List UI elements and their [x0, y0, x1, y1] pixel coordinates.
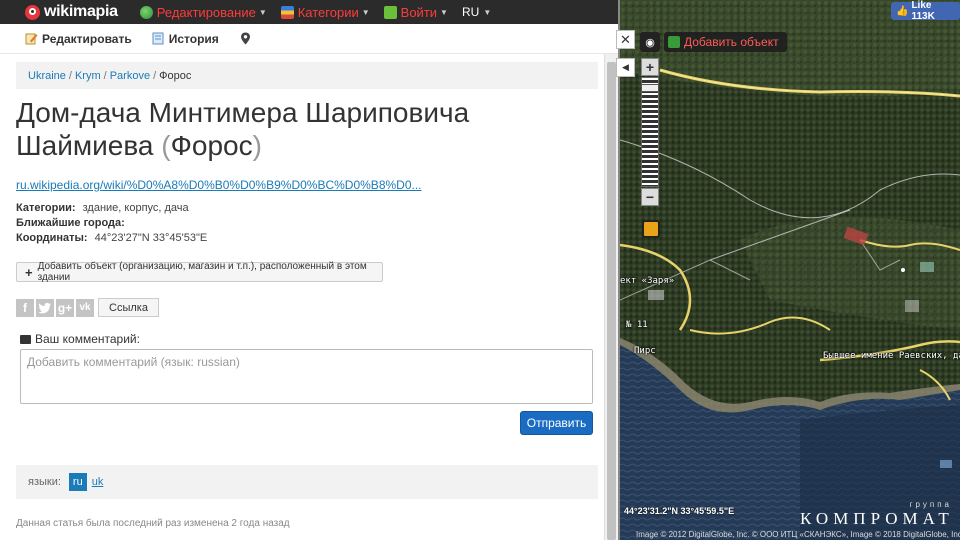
watermark-big: КОМПРОМАТ [800, 509, 954, 528]
map-layers-icon[interactable] [642, 220, 660, 238]
locate-button[interactable]: ◉ [640, 32, 660, 52]
breadcrumb-link-krym[interactable]: Krym [75, 70, 101, 82]
language-link-uk[interactable]: uk [92, 476, 104, 488]
nav-login-label: Войти [400, 4, 438, 20]
facebook-icon[interactable]: f [16, 298, 34, 317]
object-properties: Категории: здание, корпус, дача Ближайши… [16, 201, 207, 246]
breadcrumb-link-parkove[interactable]: Parkove [110, 70, 150, 82]
page-title: Дом-дача Минтимера Шариповича Шаймиева (… [16, 97, 470, 161]
map-label-zarya[interactable]: ект «Заря» [620, 276, 674, 286]
zoom-in-button[interactable]: + [641, 58, 659, 76]
comment-label: Ваш комментарий: [35, 332, 140, 346]
languages-label: языки: [28, 476, 61, 488]
nav-categories-menu[interactable]: Категории ▼ [280, 4, 370, 20]
coordinates-value: 44°23'27"N 33°45'53"E [94, 232, 208, 244]
object-toolbar: Редактировать История [0, 24, 620, 54]
categories-row: Категории: здание, корпус, дача [16, 201, 207, 216]
chevron-down-icon: ▼ [483, 7, 492, 17]
panel-scrollbar[interactable] [604, 54, 618, 540]
map-add-object-button[interactable]: Добавить объект [664, 32, 787, 52]
chevron-down-icon: ▼ [440, 7, 448, 17]
target-icon: ◉ [645, 36, 655, 49]
categories-value[interactable]: здание, корпус, дача [83, 202, 189, 214]
globe-icon [139, 5, 153, 19]
breadcrumb-link-ukraine[interactable]: Ukraine [28, 70, 66, 82]
pencil-icon [25, 32, 38, 45]
edit-button[interactable]: Редактировать [25, 32, 132, 46]
add-nested-object-label: Добавить объект (организацию, магазин и … [37, 261, 367, 283]
scrollbar-thumb[interactable] [607, 62, 616, 540]
thumbs-up-icon: 👍 [896, 5, 909, 17]
nav-edit-label: Редактирование [156, 4, 256, 20]
chevron-down-icon: ▼ [258, 7, 267, 17]
watermark-small: группа [909, 500, 952, 509]
map-label-pier[interactable]: Пирс [634, 346, 656, 356]
zoom-slider[interactable] [641, 77, 659, 187]
language-current-ru: ru [68, 473, 87, 491]
wikimapia-logo-icon [25, 4, 40, 20]
watermark: группа КОМПРОМАТ [800, 500, 952, 529]
zoom-out-button[interactable]: − [641, 188, 659, 206]
cursor-coordinates: 44°23'31.2"N 33°45'59.5"E [624, 506, 735, 516]
share-bar: f g+ vk Ссылка [16, 298, 159, 317]
send-comment-button[interactable]: Отправить [520, 411, 593, 435]
add-nested-object-button[interactable]: + Добавить объект (организацию, магазин … [16, 261, 383, 283]
languages-bar: языки: ru uk [16, 465, 598, 499]
comment-label-row: Ваш комментарий: [20, 332, 140, 346]
map-pin-icon [239, 32, 252, 45]
language-selector-value: RU [461, 5, 480, 19]
history-button-label: История [168, 31, 219, 46]
facebook-like-button[interactable]: 👍 Like 113K [891, 0, 960, 22]
history-icon [152, 32, 165, 45]
zoom-control: + − [641, 58, 659, 208]
zoom-slider-knob[interactable] [641, 84, 659, 92]
login-icon [383, 5, 397, 19]
coordinates-label: Координаты: [16, 232, 88, 244]
object-info-panel: Ukraine / Krym / Parkove / Форос Дом-дач… [0, 54, 604, 540]
share-link-button[interactable]: Ссылка [98, 298, 159, 317]
nearest-cities-label: Ближайшие города: [16, 217, 125, 229]
satellite-imagery [620, 0, 960, 540]
imagery-copyright: Image © 2012 DigitalGlobe, Inc. © ООО ИТ… [636, 530, 960, 539]
breadcrumb-current: Форос [159, 69, 192, 82]
nav-edit-menu[interactable]: Редактирование ▼ [139, 4, 267, 20]
categories-label: Категории: [16, 202, 76, 214]
close-panel-button[interactable]: ✕ [616, 30, 635, 49]
satellite-map[interactable]: ект «Заря» № 11 Пирс Бывшее имение Раевс… [620, 0, 960, 540]
twitter-icon[interactable] [36, 298, 54, 317]
breadcrumb: Ukraine / Krym / Parkove / Форос [16, 62, 598, 89]
top-navbar: wikimapia Редактирование ▼ Категории ▼ В… [0, 0, 620, 24]
map-label-n11[interactable]: № 11 [626, 320, 648, 330]
categories-icon [280, 5, 294, 19]
plus-icon: + [25, 264, 33, 280]
add-object-icon [668, 36, 680, 48]
wikipedia-link[interactable]: ru.wikipedia.org/wiki/%D0%A8%D0%B0%D0%B9… [16, 178, 422, 192]
chevron-down-icon: ▼ [361, 7, 370, 17]
history-button[interactable]: История [152, 32, 219, 46]
show-on-map-button[interactable] [239, 32, 256, 45]
language-selector[interactable]: RU ▼ [462, 5, 491, 19]
coordinates-row: Координаты: 44°23'27"N 33°45'53"E [16, 231, 207, 246]
collapse-panel-button[interactable]: ◀ [616, 58, 635, 77]
last-modified-note: Данная статья была последний раз изменен… [16, 518, 290, 529]
map-add-object-label: Добавить объект [684, 35, 779, 49]
wikimapia-logo[interactable]: wikimapia [25, 3, 118, 21]
nav-login-menu[interactable]: Войти ▼ [383, 4, 448, 20]
google-plus-icon[interactable]: g+ [56, 298, 74, 317]
comment-icon [20, 334, 31, 344]
map-label-raevsky[interactable]: Бывшее имение Раевских, дач [823, 351, 960, 361]
nearest-cities-row: Ближайшие города: [16, 216, 207, 231]
vk-icon[interactable]: vk [76, 298, 94, 317]
nav-categories-label: Категории [297, 4, 359, 20]
title-place-link[interactable]: Форос [171, 130, 253, 161]
edit-button-label: Редактировать [42, 31, 132, 46]
comment-textarea[interactable]: Добавить комментарий (язык: russian) [20, 349, 593, 404]
logo-text: wikimapia [44, 3, 118, 20]
facebook-like-label: Like 113K [911, 0, 935, 22]
